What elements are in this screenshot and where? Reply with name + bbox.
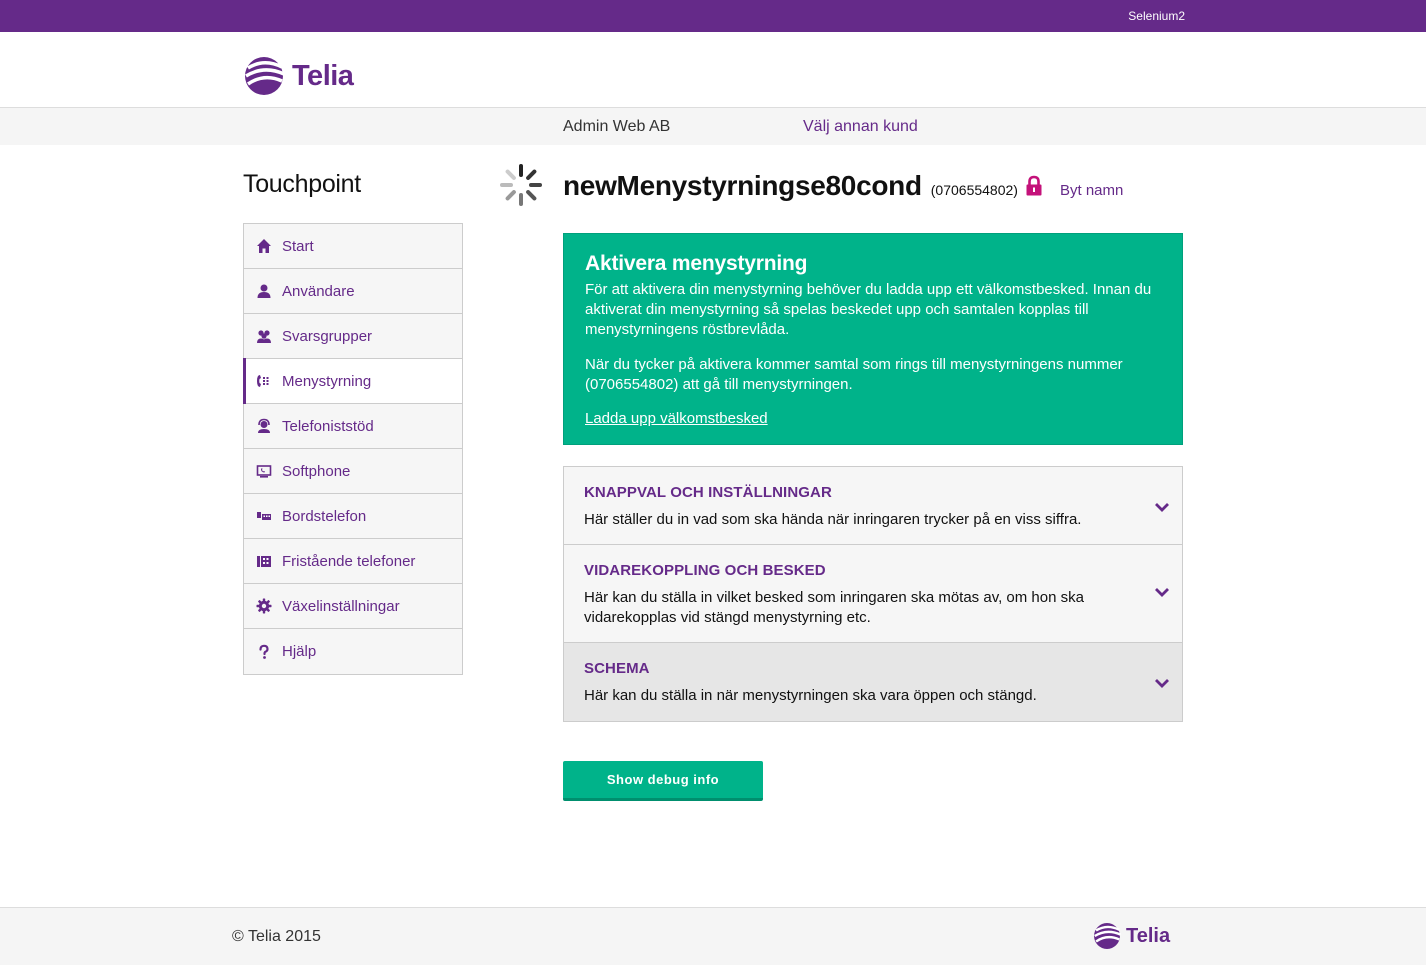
customer-name: Admin Web AB bbox=[563, 118, 671, 135]
accordion-description: Här kan du ställa in vilket besked som i… bbox=[584, 589, 1084, 626]
alert-title: Aktivera menystyrning bbox=[585, 252, 808, 275]
home-icon bbox=[256, 238, 272, 254]
sidebar-item-label: Hjälp bbox=[282, 643, 317, 660]
accordion-title: KNAPPVAL OCH INSTÄLLNINGAR bbox=[584, 484, 832, 501]
accordion-title: VIDAREKOPPLING OCH BESKED bbox=[584, 562, 826, 579]
sidebar-item-label: Softphone bbox=[282, 462, 351, 480]
rename-link[interactable]: Byt namn bbox=[1060, 182, 1123, 199]
sidebar-item-label: Svarsgrupper bbox=[282, 327, 373, 345]
accordion-item-key-options[interactable]: KNAPPVAL OCH INSTÄLLNINGAR Här ställer d… bbox=[564, 467, 1182, 545]
chevron-down-icon[interactable] bbox=[1154, 586, 1170, 598]
page-title: newMenystyrningse80cond (0706554802) bbox=[563, 170, 1018, 202]
switch-customer-link[interactable]: Välj annan kund bbox=[803, 118, 918, 136]
sidebar-item-label: Fristående telefoner bbox=[282, 552, 416, 570]
lock-icon bbox=[1026, 175, 1042, 196]
headset-icon bbox=[256, 418, 272, 434]
user-icon bbox=[256, 283, 272, 299]
desk-phone-icon bbox=[256, 508, 272, 524]
app-title: Touchpoint bbox=[243, 170, 361, 198]
menu-routing-number: (0706554802) bbox=[930, 182, 1018, 198]
telia-logo[interactable]: Telia bbox=[242, 54, 354, 98]
accordion-item-schedule[interactable]: SCHEMA Här kan du ställa in när menystyr… bbox=[564, 643, 1182, 721]
sidebar-item-menu-routing[interactable]: Menystyrning bbox=[243, 358, 462, 404]
sidebar-item-desk-phone[interactable]: Bordstelefon bbox=[244, 494, 462, 539]
sidebar-item-label: Användare bbox=[282, 282, 355, 300]
menu-phone-icon bbox=[256, 373, 272, 389]
alert-text-2: När du tycker på aktivera kommer samtal … bbox=[585, 356, 1123, 393]
screen-icon bbox=[256, 463, 272, 479]
sidebar-item-label: Bordstelefon bbox=[282, 507, 367, 525]
accordion-title: SCHEMA bbox=[584, 660, 650, 677]
sidebar-item-label: Telefoniststöd bbox=[282, 417, 374, 435]
menu-routing-name: newMenystyrningse80cond bbox=[563, 170, 922, 201]
question-icon bbox=[256, 644, 272, 660]
telia-pebble-icon bbox=[245, 57, 285, 95]
activate-alert: Aktivera menystyrning För att aktivera d… bbox=[563, 233, 1183, 445]
phones-icon bbox=[256, 553, 272, 569]
footer-logo-text: Telia bbox=[1126, 924, 1171, 947]
show-debug-info-button[interactable]: Show debug info bbox=[563, 761, 763, 801]
accordion-item-forwarding[interactable]: VIDAREKOPPLING OCH BESKED Här kan du stä… bbox=[564, 545, 1182, 643]
footer: © Telia 2015 Telia bbox=[0, 907, 1426, 965]
sidebar-item-operator-support[interactable]: Telefoniststöd bbox=[244, 404, 462, 449]
group-icon bbox=[256, 328, 272, 344]
logo-text: Telia bbox=[292, 59, 354, 92]
alert-text-1: För att aktivera din menystyrning behöve… bbox=[585, 281, 1152, 338]
header: Telia bbox=[0, 32, 1426, 108]
settings-accordion: KNAPPVAL OCH INSTÄLLNINGAR Här ställer d… bbox=[563, 466, 1183, 722]
sidebar-item-users[interactable]: Användare bbox=[244, 269, 462, 314]
loading-spinner-icon bbox=[500, 164, 542, 206]
footer-telia-logo[interactable]: Telia bbox=[1092, 921, 1170, 951]
sidebar-item-label: Växelinställningar bbox=[282, 597, 400, 615]
sidebar-item-label: Start bbox=[282, 237, 314, 255]
accordion-description: Här ställer du in vad som ska hända när … bbox=[584, 511, 1082, 528]
chevron-down-icon[interactable] bbox=[1154, 677, 1170, 689]
sidebar-item-start[interactable]: Start bbox=[244, 224, 462, 269]
logged-in-user[interactable]: Selenium2 bbox=[1128, 9, 1185, 23]
telia-pebble-icon bbox=[1094, 923, 1122, 949]
copyright: © Telia 2015 bbox=[232, 928, 321, 945]
sidebar-item-label: Menystyrning bbox=[282, 372, 372, 390]
sidebar-item-response-groups[interactable]: Svarsgrupper bbox=[244, 314, 462, 359]
chevron-down-icon[interactable] bbox=[1154, 501, 1170, 513]
sidebar-item-softphone[interactable]: Softphone bbox=[244, 449, 462, 494]
sidebar-nav: Start Användare Svarsgrupper Menystyrnin… bbox=[243, 223, 463, 675]
top-bar: Selenium2 bbox=[0, 0, 1426, 32]
accordion-description: Här kan du ställa in när menystyrningen … bbox=[584, 687, 1037, 704]
gear-icon bbox=[256, 598, 272, 614]
upload-welcome-message-link[interactable]: Ladda upp välkomstbesked bbox=[585, 410, 768, 427]
sidebar-item-standalone-phones[interactable]: Fristående telefoner bbox=[244, 539, 462, 584]
customer-bar: Admin Web AB Välj annan kund bbox=[0, 108, 1426, 145]
sidebar-item-help[interactable]: Hjälp bbox=[244, 629, 462, 674]
sidebar-item-switch-settings[interactable]: Växelinställningar bbox=[244, 584, 462, 629]
